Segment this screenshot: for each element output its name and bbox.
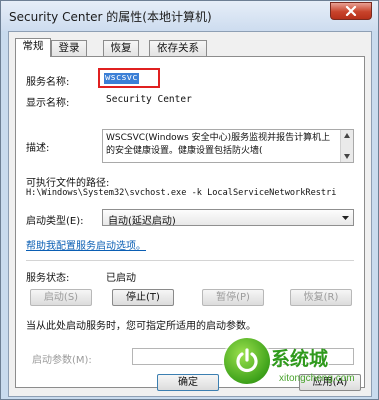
watermark-url: xitongcheng.com [279, 373, 355, 384]
tab-logon[interactable]: 登录 [51, 40, 87, 56]
stop-button[interactable]: 停止(T) [112, 289, 174, 306]
service-name-value[interactable]: wscsvc [104, 73, 139, 84]
dialog-client-area: 常规 登录 恢复 依存关系 服务名称: wscsvc 显示名称: Securit… [8, 31, 372, 397]
startup-type-select[interactable]: 自动(延迟启动) [102, 209, 354, 227]
startup-type-label: 启动类型(E): [26, 216, 84, 227]
title-bar[interactable]: Security Center 的属性(本地计算机) [1, 1, 378, 31]
start-button[interactable]: 启动(S) [30, 289, 92, 306]
ok-button[interactable]: 确定 [157, 374, 219, 391]
scroll-down-icon[interactable] [344, 154, 350, 159]
start-params-label: 启动参数(M): [32, 355, 92, 366]
help-configure-link[interactable]: 帮助我配置服务启动选项。 [26, 237, 146, 252]
tab-recovery[interactable]: 恢复 [103, 40, 139, 56]
close-icon [345, 6, 357, 16]
close-button[interactable] [330, 2, 372, 20]
pause-button[interactable]: 暂停(P) [202, 289, 264, 306]
service-status-label: 服务状态: [26, 273, 70, 284]
scroll-up-icon[interactable] [344, 133, 350, 138]
description-label: 描述: [26, 143, 50, 154]
tab-dependencies[interactable]: 依存关系 [149, 40, 207, 56]
startup-type-value: 自动(延迟启动) [108, 216, 176, 227]
power-icon [236, 348, 258, 373]
display-name-label: 显示名称: [26, 98, 70, 109]
description-text: WSCSVC(Windows 安全中心)服务监视并报告计算机上的安全健康设置。健… [106, 133, 331, 156]
watermark-logo [224, 338, 270, 384]
service-name-highlight: wscsvc [98, 68, 160, 88]
service-status-value: 已启动 [106, 273, 136, 284]
display-name-value: Security Center [106, 94, 192, 105]
general-tab-panel: 服务名称: wscsvc 显示名称: Security Center 描述: W… [15, 56, 365, 388]
properties-dialog: Security Center 的属性(本地计算机) 常规 登录 恢复 依存关系… [0, 0, 379, 400]
description-scrollbar[interactable] [340, 130, 353, 162]
tab-general[interactable]: 常规 [15, 38, 51, 57]
divider [26, 260, 354, 261]
exe-path-label: 可执行文件的路径: [26, 178, 110, 189]
chevron-down-icon [342, 216, 349, 220]
start-params-hint: 当从此处启动服务时，您可指定所适用的启动参数。 [26, 321, 256, 332]
service-name-label: 服务名称: [26, 77, 70, 88]
watermark-brand: 系统城 [271, 348, 329, 370]
description-textbox[interactable]: WSCSVC(Windows 安全中心)服务监视并报告计算机上的安全健康设置。健… [102, 129, 354, 163]
resume-button[interactable]: 恢复(R) [290, 289, 352, 306]
exe-path-value: H:\Windows\System32\svchost.exe -k Local… [26, 188, 337, 198]
window-title: Security Center 的属性(本地计算机) [9, 10, 212, 24]
